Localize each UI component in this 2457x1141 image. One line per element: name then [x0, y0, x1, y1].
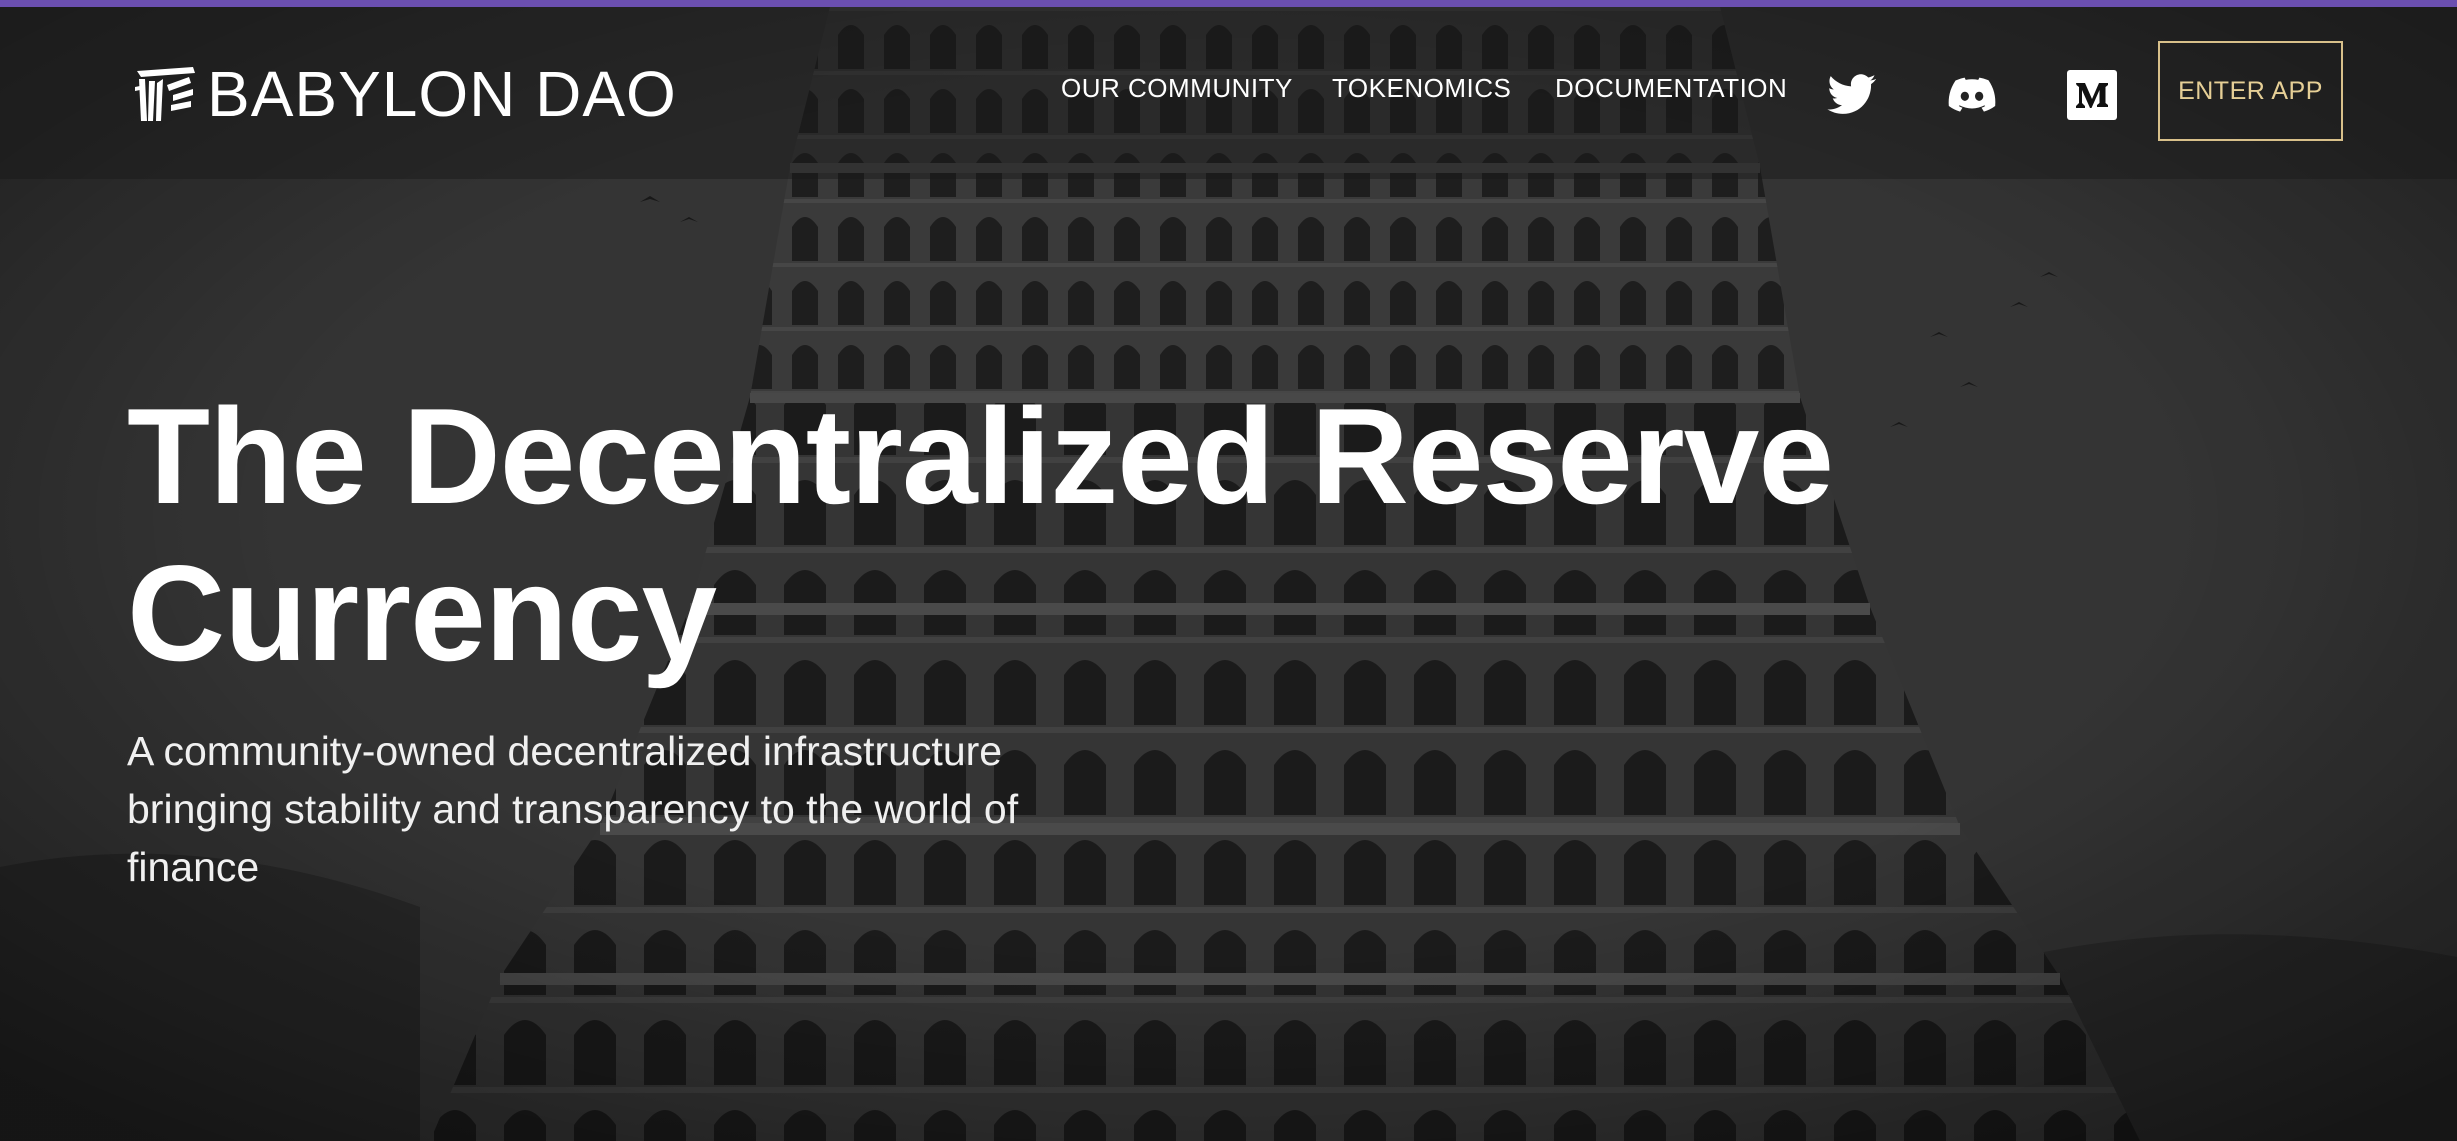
- site-header: BABYLON DAO OUR COMMUNITY TOKENOMICS DOC…: [0, 7, 2457, 179]
- brand-name: BABYLON DAO: [207, 58, 677, 130]
- top-accent-bar: [0, 0, 2457, 7]
- babylon-tower-logo-icon: [135, 67, 195, 121]
- enter-app-button[interactable]: ENTER APP: [2158, 41, 2343, 141]
- nav-documentation[interactable]: DOCUMENTATION: [1555, 75, 1787, 101]
- twitter-icon: [1827, 74, 1877, 114]
- twitter-link[interactable]: [1826, 69, 1878, 121]
- discord-icon: [1948, 77, 1996, 112]
- medium-link[interactable]: [2066, 69, 2118, 121]
- hero-title: The Decentralized Reserve Currency: [127, 378, 2027, 692]
- discord-link[interactable]: [1946, 69, 1998, 121]
- hero-subtitle: A community-owned decentralized infrastr…: [127, 728, 1019, 890]
- nav-tokenomics[interactable]: TOKENOMICS: [1332, 75, 1511, 101]
- brand-logo[interactable]: BABYLON DAO: [133, 62, 677, 126]
- hero-title-line-1: The Decentralized Reserve: [127, 380, 1834, 532]
- medium-icon: [2067, 70, 2117, 120]
- nav-our-community[interactable]: OUR COMMUNITY: [1061, 75, 1293, 101]
- hero-title-line-2: Currency: [127, 537, 717, 689]
